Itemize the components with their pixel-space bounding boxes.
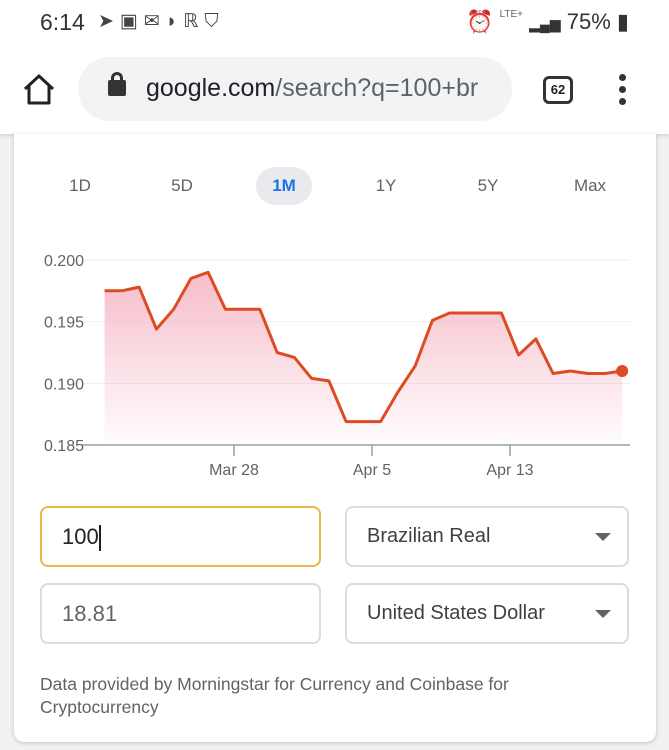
y-tick-label: 0.195 — [44, 315, 84, 332]
to-currency-value: United States Dollar — [367, 602, 545, 624]
amount-input[interactable]: 100 — [40, 506, 321, 567]
amount-value: 100 — [62, 524, 99, 549]
data-attribution: Data provided by Morningstar for Currenc… — [40, 674, 509, 717]
dropdown-arrow-icon — [595, 610, 611, 618]
last-point-marker — [616, 365, 629, 377]
from-currency-value: Brazilian Real — [367, 525, 491, 547]
exchange-rate-chart: 0.200 0.195 0.190 0.185 Mar 28 Apr 5 Apr 13 — [44, 253, 630, 479]
to-currency-select[interactable]: United States Dollar — [345, 583, 629, 644]
from-currency-select[interactable]: Brazilian Real — [345, 506, 629, 567]
result-value: 18.81 — [62, 601, 118, 626]
x-tick-label: Apr 5 — [353, 462, 391, 479]
y-tick-label: 0.185 — [44, 438, 84, 455]
x-tick-label: Apr 13 — [486, 462, 533, 479]
dropdown-arrow-icon — [595, 533, 611, 541]
y-tick-label: 0.190 — [44, 376, 84, 393]
text-cursor — [98, 525, 101, 552]
result-input[interactable]: 18.81 — [40, 583, 321, 644]
x-tick-label: Mar 28 — [209, 462, 259, 479]
y-tick-label: 0.200 — [44, 253, 84, 270]
